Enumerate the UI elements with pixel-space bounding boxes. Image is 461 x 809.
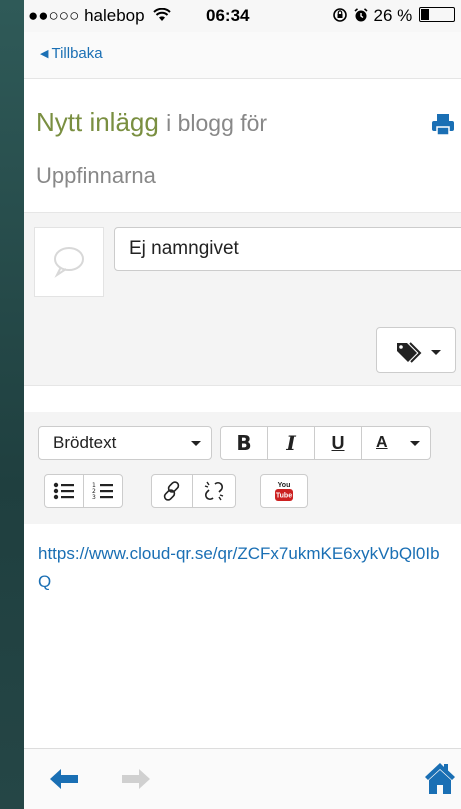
back-arrow-icon[interactable] — [48, 767, 80, 791]
post-meta-panel — [24, 212, 461, 386]
page-title-main: Nytt inlägg — [36, 107, 159, 137]
editor-content[interactable]: https://www.cloud-qr.se/qr/ZCFx7ukmKE6xy… — [38, 540, 448, 596]
underline-button[interactable]: U — [314, 426, 362, 460]
svg-text:3: 3 — [92, 494, 96, 500]
status-right: 26 % — [332, 6, 455, 26]
orientation-lock-icon — [333, 8, 347, 22]
avatar — [34, 227, 104, 297]
link-icon — [163, 481, 180, 501]
tags-button[interactable] — [376, 327, 456, 373]
bullet-list-button[interactable] — [44, 474, 84, 508]
forward-arrow-icon[interactable] — [120, 767, 152, 791]
clock: 06:34 — [206, 6, 250, 25]
insert-link-button[interactable] — [151, 474, 193, 508]
numbered-list-button[interactable]: 1 2 3 — [83, 474, 123, 508]
battery-percent: 26 % — [373, 6, 413, 25]
back-link[interactable]: ◀ Tillbaka — [40, 45, 103, 62]
top-navigation: ◀ Tillbaka — [24, 32, 461, 79]
print-icon[interactable] — [430, 112, 456, 136]
chevron-down-icon — [410, 441, 420, 446]
bottom-toolbar — [24, 748, 461, 809]
chevron-down-icon — [191, 441, 201, 446]
battery-icon — [419, 7, 455, 22]
youtube-icon-text-bottom: Tube — [276, 493, 292, 500]
insert-youtube-button[interactable]: You Tube — [260, 474, 308, 508]
text-color-dropdown[interactable]: A — [361, 426, 431, 460]
unlink-icon — [204, 481, 224, 501]
youtube-icon-text-top: You — [278, 482, 291, 489]
italic-button[interactable]: I — [267, 426, 315, 460]
carrier-label: ●●○○○ halebop — [28, 6, 172, 26]
background-strip — [0, 0, 24, 809]
page-heading: Nytt inlägg i blogg för Uppfinnarna — [36, 104, 456, 193]
editor: Brödtext B I U A 1 2 3 You Tube https://… — [24, 412, 461, 748]
alarm-icon — [354, 8, 368, 22]
paragraph-format-dropdown[interactable]: Brödtext — [38, 426, 212, 460]
status-bar: ●●○○○ halebop 06:34 26 % — [24, 0, 461, 32]
post-title-input[interactable] — [114, 227, 461, 271]
battery-fill — [421, 9, 429, 20]
bullet-list-icon — [53, 482, 74, 500]
page-title-sub: i blogg för — [166, 110, 268, 136]
youtube-icon: You Tube — [275, 482, 293, 501]
wifi-icon — [153, 7, 172, 21]
phone-screen: ●●○○○ halebop 06:34 26 % ◀ Tillbaka Nytt… — [24, 0, 461, 809]
tags-icon — [397, 342, 441, 363]
home-icon[interactable] — [424, 761, 456, 795]
numbered-list-icon: 1 2 3 — [92, 482, 113, 500]
page-title: Nytt inlägg i blogg för — [36, 104, 456, 141]
back-arrow-icon: ◀ — [40, 48, 49, 60]
blog-name: Uppfinnarna — [36, 163, 156, 188]
speech-bubble-icon — [54, 247, 84, 278]
remove-link-button[interactable] — [192, 474, 236, 508]
bold-button[interactable]: B — [220, 426, 268, 460]
editor-toolbar: Brödtext B I U A 1 2 3 You Tube — [24, 412, 461, 524]
